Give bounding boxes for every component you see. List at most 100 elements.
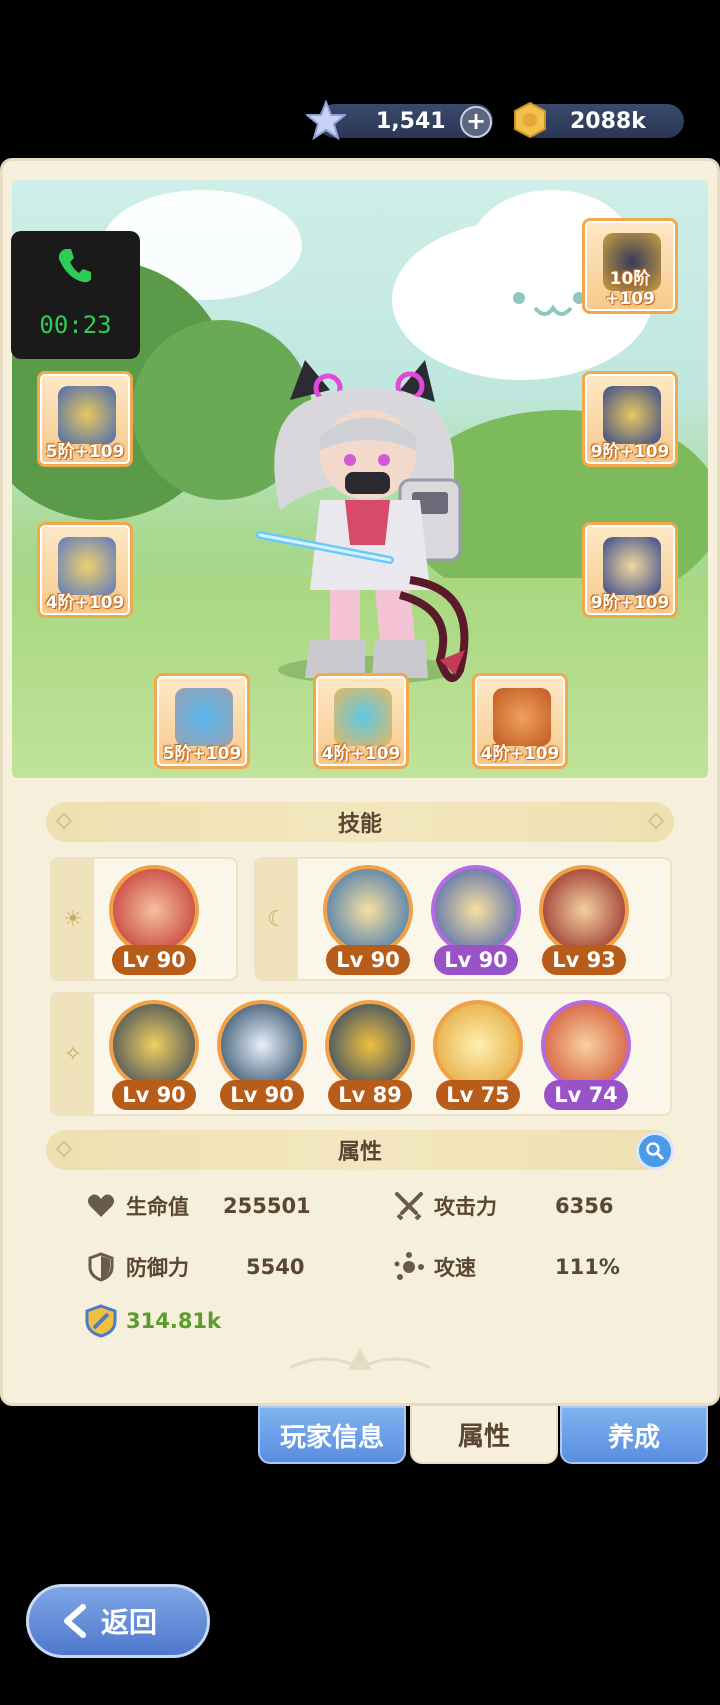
stat-hp: 生命值 255501: [84, 1189, 311, 1223]
tab-cultivate[interactable]: 养成: [560, 1406, 708, 1464]
star-icon: [306, 100, 346, 140]
attack-speed-value: 111%: [555, 1255, 620, 1279]
skill-level: Lv 90: [112, 945, 196, 975]
equipment-level-tag: 4阶+109: [45, 593, 125, 613]
sun-icon: ☀: [52, 859, 94, 979]
skill-level: Lv 90: [326, 945, 410, 975]
skill-slot[interactable]: Lv 90: [318, 865, 418, 981]
call-timer: 00:23: [39, 311, 112, 339]
shield-icon: [84, 1250, 118, 1284]
skill-icon: [109, 1000, 199, 1090]
armor-icon: [58, 386, 116, 444]
defense-label: 防御力: [126, 1256, 189, 1280]
equipment-level-tag: 9阶+109: [590, 442, 670, 462]
character-avatar: [256, 360, 469, 684]
sparkle-icon: ✧: [52, 994, 94, 1114]
skill-icon: [109, 865, 199, 955]
tab-attributes[interactable]: 属性: [410, 1406, 558, 1464]
equipment-level-tag: 5阶+109: [162, 744, 242, 764]
hp-label: 生命值: [126, 1195, 189, 1219]
screen: { "currency": { "stars": "1,541", "gold"…: [0, 0, 720, 1705]
stat-defense: 防御力 5540: [84, 1250, 304, 1284]
skill-slot[interactable]: Lv 90: [104, 1000, 204, 1116]
equipment-slot-shoulder[interactable]: 9阶+109: [582, 371, 678, 467]
hp-value: 255501: [223, 1194, 311, 1218]
stat-power: 314.81k: [84, 1304, 221, 1338]
attack-value: 6356: [555, 1194, 614, 1218]
necklace-icon: [334, 688, 392, 746]
equipment-level-tag: 4阶+109: [480, 744, 560, 764]
attack-speed-label: 攻速: [434, 1256, 476, 1280]
skill-level: Lv 90: [220, 1080, 304, 1110]
skill-level: Lv 93: [542, 945, 626, 975]
tab-player-info[interactable]: 玩家信息: [258, 1406, 406, 1464]
skill-group-sun: ☀ Lv 90: [50, 857, 238, 981]
skill-icon: [539, 865, 629, 955]
skill-slot[interactable]: Lv 90: [426, 865, 526, 981]
equipment-level-tag: 10阶+109: [605, 269, 655, 309]
skill-level: Lv 90: [112, 1080, 196, 1110]
skill-slot[interactable]: Lv 75: [428, 1000, 528, 1116]
skill-icon: [541, 1000, 631, 1090]
stat-attack-speed: 攻速 111%: [392, 1250, 620, 1284]
attack-label: 攻击力: [434, 1195, 497, 1219]
diamond-ornament: [55, 1140, 73, 1158]
search-icon: [646, 1142, 664, 1160]
skill-slot[interactable]: Lv 93: [534, 865, 634, 981]
equipment-slot-ring[interactable]: 5阶+109: [154, 673, 250, 769]
leg-armor-icon: [58, 537, 116, 595]
equipment-level-tag: 4阶+109: [321, 744, 401, 764]
skill-level: Lv 74: [544, 1080, 628, 1110]
skill-icon: [433, 1000, 523, 1090]
skill-level: Lv 75: [436, 1080, 520, 1110]
charm-icon: [493, 688, 551, 746]
skill-group-star: ✧ Lv 90 Lv 90 Lv 89 Lv 75 Lv 74: [50, 992, 672, 1116]
skills-title: 技能: [337, 812, 382, 837]
skill-slot[interactable]: Lv 74: [536, 1000, 636, 1116]
attack-speed-icon: [392, 1250, 426, 1284]
skill-level: Lv 89: [328, 1080, 412, 1110]
power-shield-icon: [84, 1304, 118, 1338]
call-indicator[interactable]: 00:23: [11, 231, 140, 359]
phone-icon: [58, 249, 91, 283]
add-stars-button[interactable]: +: [460, 106, 492, 138]
equipment-level-tag: 5阶+109: [45, 442, 125, 462]
ornament: [290, 1348, 430, 1370]
coin-icon: [510, 100, 550, 140]
back-label: 返回: [101, 1606, 158, 1639]
attribute-detail-button[interactable]: [636, 1132, 674, 1170]
gold-count: 2088k: [570, 108, 646, 134]
skill-group-moon: ☾ Lv 90 Lv 90 Lv 93: [254, 857, 672, 981]
heart-icon: [84, 1189, 118, 1223]
crossed-swords-icon: [392, 1189, 426, 1223]
power-value: 314.81k: [126, 1309, 222, 1333]
equipment-slot-armor[interactable]: 5阶+109: [37, 371, 133, 467]
equipment-slot-necklace[interactable]: 4阶+109: [313, 673, 409, 769]
diamond-ornament: [647, 812, 665, 830]
skill-slot[interactable]: Lv 89: [320, 1000, 420, 1116]
moon-icon: ☾: [256, 859, 298, 979]
back-arrow-icon: [64, 1604, 86, 1638]
equipment-slot-legs[interactable]: 4阶+109: [37, 522, 133, 618]
skill-icon: [217, 1000, 307, 1090]
equipment-slot-boots[interactable]: 9阶+109: [582, 522, 678, 618]
skill-icon: [323, 865, 413, 955]
skills-header: 技能: [46, 802, 674, 842]
shoulder-armor-icon: [603, 386, 661, 444]
back-button[interactable]: 返回: [26, 1584, 210, 1658]
attributes-title: 属性: [337, 1140, 382, 1165]
defense-value: 5540: [246, 1255, 305, 1279]
equipment-level-tag: 9阶+109: [590, 593, 670, 613]
ring-icon: [175, 688, 233, 746]
skill-level: Lv 90: [434, 945, 518, 975]
skill-icon: [325, 1000, 415, 1090]
attributes-header: 属性: [46, 1130, 674, 1170]
equipment-slot-helmet[interactable]: 10阶+109: [582, 218, 678, 314]
skill-icon: [431, 865, 521, 955]
boots-icon: [603, 537, 661, 595]
skill-slot[interactable]: Lv 90: [212, 1000, 312, 1116]
skill-slot[interactable]: Lv 90: [104, 865, 204, 981]
equipment-slot-charm[interactable]: 4阶+109: [472, 673, 568, 769]
diamond-ornament: [55, 812, 73, 830]
star-count: 1,541: [376, 108, 446, 134]
